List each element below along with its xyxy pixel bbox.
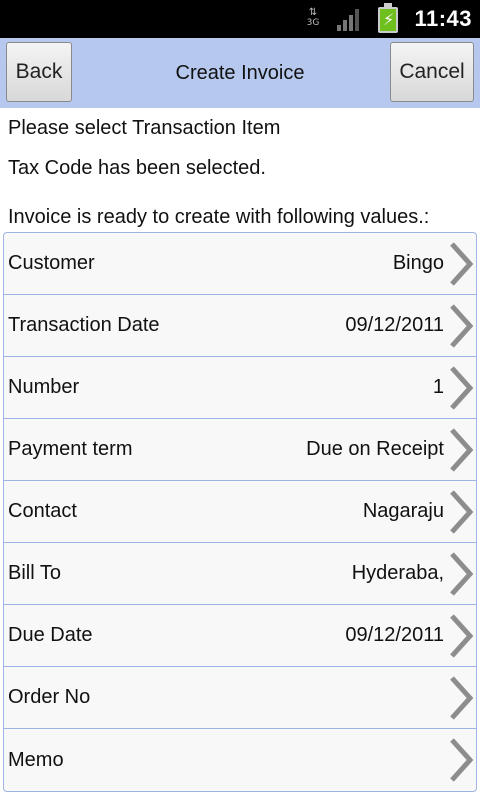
signal-strength-icon <box>337 9 363 31</box>
cancel-button[interactable]: Cancel <box>390 42 474 102</box>
battery-charging-icon: ⚡ <box>378 3 398 33</box>
field-row-due-date[interactable]: Due Date 09/12/2011 <box>4 605 476 667</box>
title-bar: Create Invoice Back Cancel <box>0 38 480 108</box>
field-row-bill-to[interactable]: Bill To Hyderaba, <box>4 543 476 605</box>
invoice-fields-list: Customer Bingo Transaction Date 09/12/20… <box>3 232 477 792</box>
field-row-order-no[interactable]: Order No <box>4 667 476 729</box>
field-row-contact[interactable]: Contact Nagaraju <box>4 481 476 543</box>
chevron-right-icon <box>450 614 474 658</box>
field-value: 1 <box>432 376 444 398</box>
field-row-payment-term[interactable]: Payment term Due on Receipt <box>4 419 476 481</box>
field-value: Due on Receipt <box>306 438 444 460</box>
field-label: Transaction Date <box>8 314 160 336</box>
3g-data-icon: ⇅ 3G <box>306 7 320 29</box>
field-label: Customer <box>8 252 95 274</box>
field-value: Nagaraju <box>362 500 444 522</box>
chevron-right-icon <box>450 676 474 720</box>
field-value: Bingo <box>392 252 444 274</box>
field-label: Contact <box>8 500 77 522</box>
field-label: Payment term <box>8 438 133 460</box>
field-row-transaction-date[interactable]: Transaction Date 09/12/2011 <box>4 295 476 357</box>
chevron-right-icon <box>450 366 474 410</box>
back-button[interactable]: Back <box>6 42 72 102</box>
chevron-right-icon <box>450 304 474 348</box>
field-label: Number <box>8 376 80 398</box>
field-label: Bill To <box>8 562 61 584</box>
message-select-item: Please select Transaction Item <box>8 117 281 139</box>
status-bar: ⇅ 3G ⚡ 11:43 <box>0 0 480 38</box>
field-row-customer[interactable]: Customer Bingo <box>4 233 476 295</box>
chevron-right-icon <box>450 428 474 472</box>
field-label: Order No <box>8 686 91 708</box>
field-label: Memo <box>8 748 64 771</box>
chevron-right-icon <box>450 552 474 596</box>
field-value: Hyderaba, <box>351 562 444 584</box>
field-row-number[interactable]: Number 1 <box>4 357 476 419</box>
field-value: 09/12/2011 <box>345 624 444 646</box>
chevron-right-icon <box>450 490 474 534</box>
message-ready: Invoice is ready to create with followin… <box>8 206 430 228</box>
field-row-memo[interactable]: Memo <box>4 729 476 791</box>
status-time: 11:43 <box>414 6 472 31</box>
message-tax-code: Tax Code has been selected. <box>8 157 266 179</box>
field-value: 09/12/2011 <box>345 314 444 336</box>
chevron-right-icon <box>450 242 474 286</box>
field-label: Due Date <box>8 624 93 646</box>
chevron-right-icon <box>450 738 474 782</box>
